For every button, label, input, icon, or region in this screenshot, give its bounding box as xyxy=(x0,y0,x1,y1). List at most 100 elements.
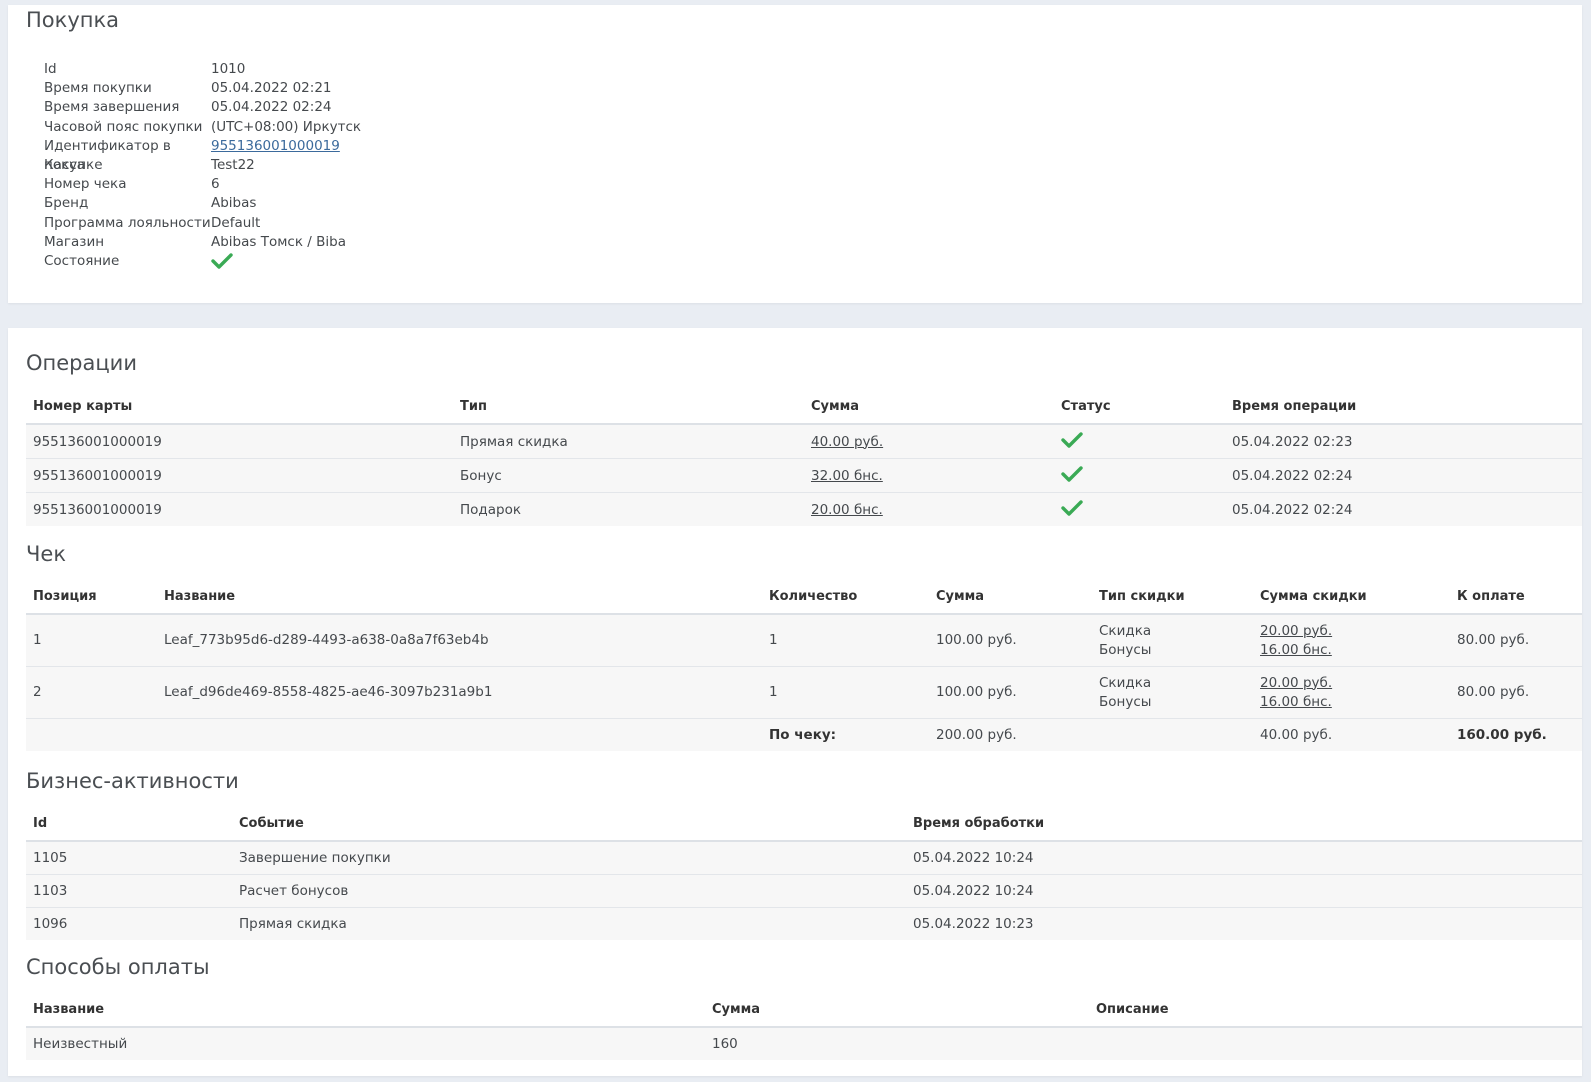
card-number: 955136001000019 xyxy=(26,492,453,526)
detail-label: Id xyxy=(44,61,57,77)
operation-amount-link[interactable]: 32.00 бнс. xyxy=(811,468,883,484)
operation-amount-cell: 20.00 бнс. xyxy=(804,492,1054,526)
quantity: 1 xyxy=(762,613,929,667)
total-label: По чеку: xyxy=(762,718,929,751)
detail-row-purchase-time: Время покупки 05.04.2022 02:21 xyxy=(44,79,361,98)
operations-title: Операции xyxy=(26,351,137,375)
operation-time: 05.04.2022 02:24 xyxy=(1225,492,1582,526)
detail-label: Время завершения xyxy=(44,99,180,116)
discount-type-cell: Скидка Бонусы xyxy=(1092,613,1253,667)
column-header[interactable]: Статус xyxy=(1054,389,1225,425)
activity-event: Завершение покупки xyxy=(232,840,906,875)
activity-event: Прямая скидка xyxy=(232,907,906,940)
table-header-row: Позиция Название Количество Сумма Тип ск… xyxy=(26,579,1582,615)
purchase-title: Покупка xyxy=(26,8,120,32)
activity-time: 05.04.2022 10:23 xyxy=(906,907,1582,940)
operation-time: 05.04.2022 02:24 xyxy=(1225,458,1582,493)
operation-amount-cell: 40.00 руб. xyxy=(804,423,1054,459)
detail-row-store: Магазин Abibas Томск / Biba xyxy=(44,233,361,252)
detail-value: Abibas Томск / Biba xyxy=(211,233,346,250)
total-row: По чеку: 200.00 руб. 40.00 руб. 160.00 р… xyxy=(26,718,1582,751)
detail-row-receipt-number: Номер чека 6 xyxy=(44,175,361,194)
detail-label: Магазин xyxy=(44,233,105,250)
operation-time: 05.04.2022 02:23 xyxy=(1225,423,1582,459)
detail-value: 6 xyxy=(211,176,220,193)
operation-type: Прямая скидка xyxy=(453,423,804,459)
item-sum: 100.00 руб. xyxy=(929,613,1092,667)
column-header[interactable]: Название xyxy=(26,992,705,1028)
detail-label: Касса xyxy=(44,156,85,173)
table-header-row: Id Событие Время обработки xyxy=(26,806,1582,842)
detail-value: 05.04.2022 02:24 xyxy=(211,99,332,116)
detail-value: Default xyxy=(211,214,261,231)
column-header[interactable]: К оплате xyxy=(1450,579,1582,615)
column-header[interactable]: Сумма xyxy=(804,389,1054,425)
detail-row-brand: Бренд Abibas xyxy=(44,194,361,213)
column-header[interactable]: Название xyxy=(157,579,762,615)
item-name: Leaf_773b95d6-d289-4493-a638-0a8a7f63eb4… xyxy=(157,613,762,667)
column-header[interactable]: Время обработки xyxy=(906,806,1582,842)
discount-type-cell: Скидка Бонусы xyxy=(1092,666,1253,719)
column-header[interactable]: Описание xyxy=(1089,992,1582,1028)
detail-value: 05.04.2022 02:21 xyxy=(211,80,332,97)
business-title: Бизнес-активности xyxy=(26,769,239,793)
activity-event: Расчет бонусов xyxy=(232,874,906,908)
activity-id: 1096 xyxy=(26,907,232,940)
payment-title: Способы оплаты xyxy=(26,955,210,979)
status-cell xyxy=(1054,423,1225,459)
column-header[interactable]: Тип xyxy=(453,389,804,425)
detail-label: Программа лояльности xyxy=(44,214,211,231)
activity-id: 1105 xyxy=(26,840,232,875)
position: 1 xyxy=(26,613,157,667)
payment-description xyxy=(1089,1026,1582,1060)
operation-amount-link[interactable]: 40.00 руб. xyxy=(811,434,883,450)
activity-time: 05.04.2022 10:24 xyxy=(906,840,1582,875)
activity-id: 1103 xyxy=(26,874,232,908)
operation-amount-link[interactable]: 20.00 бнс. xyxy=(811,502,883,518)
total-discount: 40.00 руб. xyxy=(1253,718,1450,751)
discount-sum-cell: 20.00 руб. 16.00 бнс. xyxy=(1253,666,1450,719)
identifier-link[interactable]: 955136001000019 xyxy=(211,137,340,156)
column-header[interactable]: Тип скидки xyxy=(1092,579,1253,615)
discount-sum-link[interactable]: 20.00 руб. xyxy=(1260,675,1332,691)
check-icon xyxy=(1061,465,1083,483)
discount-sum-link[interactable]: 16.00 бнс. xyxy=(1260,642,1332,658)
column-header[interactable]: Сумма xyxy=(705,992,1089,1028)
detail-row-register: Касса Test22 xyxy=(44,156,361,175)
detail-value: Abibas xyxy=(211,195,257,212)
discount-sum-link[interactable]: 20.00 руб. xyxy=(1260,623,1332,639)
detail-label: Состояние xyxy=(44,252,120,269)
detail-row-timezone: Часовой пояс покупки (UTC+08:00) Иркутск xyxy=(44,118,361,137)
details-panel: Операции Номер карты Тип Сумма Статус Вр… xyxy=(8,328,1582,1076)
check-icon xyxy=(211,252,233,270)
operation-amount-cell: 32.00 бнс. xyxy=(804,458,1054,493)
column-header[interactable]: Сумма скидки xyxy=(1253,579,1450,615)
column-header[interactable]: Событие xyxy=(232,806,906,842)
column-header[interactable]: Сумма xyxy=(929,579,1092,615)
column-header[interactable]: Позиция xyxy=(26,579,157,615)
purchase-details: Id 1010 Время покупки 05.04.2022 02:21 В… xyxy=(44,60,361,271)
card-number: 955136001000019 xyxy=(26,458,453,493)
check-icon xyxy=(1061,499,1083,517)
detail-row-completion-time: Время завершения 05.04.2022 02:24 xyxy=(44,98,361,117)
table-row: 1 Leaf_773b95d6-d289-4493-a638-0a8a7f63e… xyxy=(26,613,1582,667)
state-value xyxy=(211,252,233,271)
column-header[interactable]: Количество xyxy=(762,579,929,615)
column-header[interactable]: Id xyxy=(26,806,232,842)
quantity: 1 xyxy=(762,666,929,719)
total-to-pay: 160.00 руб. xyxy=(1450,718,1582,751)
table-row: 955136001000019 Прямая скидка 40.00 руб.… xyxy=(26,423,1582,459)
discount-sum-link[interactable]: 16.00 бнс. xyxy=(1260,694,1332,710)
table-row: 1103 Расчет бонусов 05.04.2022 10:24 xyxy=(26,874,1582,908)
column-header[interactable]: Время операции xyxy=(1225,389,1582,425)
discount-sum-cell: 20.00 руб. 16.00 бнс. xyxy=(1253,613,1450,667)
to-pay: 80.00 руб. xyxy=(1450,613,1582,667)
business-table: Id Событие Время обработки 1105 Завершен… xyxy=(26,806,1582,940)
activity-time: 05.04.2022 10:24 xyxy=(906,874,1582,908)
check-icon xyxy=(1061,431,1083,449)
detail-value: 1010 xyxy=(211,61,246,77)
column-header[interactable]: Номер карты xyxy=(26,389,453,425)
purchase-panel: Покупка Id 1010 Время покупки 05.04.2022… xyxy=(8,5,1582,303)
detail-row-identifier: Идентификатор в покупке 955136001000019 xyxy=(44,137,361,173)
item-name: Leaf_d96de469-8558-4825-ae46-3097b231a9b… xyxy=(157,666,762,719)
